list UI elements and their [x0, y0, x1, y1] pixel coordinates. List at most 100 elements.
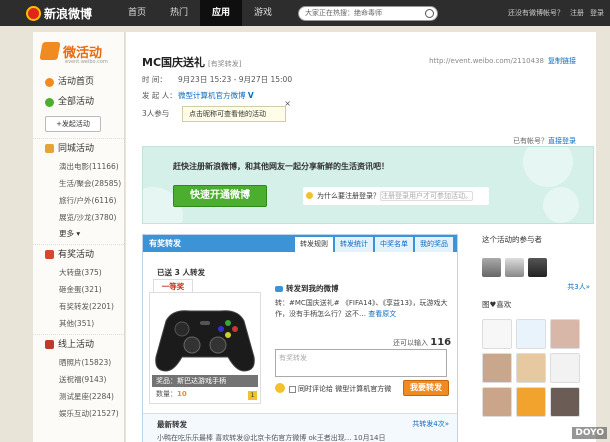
avatar[interactable] [482, 387, 512, 417]
copy-link-button[interactable]: 复制链接 [548, 57, 576, 65]
participants-count: 3人参与 [142, 109, 170, 118]
prize-caption: 奖品：斯巴达游戏手柄 [152, 375, 258, 387]
event-time: 时 间： 9月23日 15:23 - 9月27日 15:00 [142, 74, 292, 85]
brand[interactable]: 微活动 event.weibo.com [33, 32, 124, 72]
emoji-icon[interactable] [275, 383, 285, 393]
post-event-button[interactable]: +发起活动 [45, 116, 101, 132]
time-label: 时 间： [142, 75, 167, 84]
sidebar-item-prize[interactable]: 大转盘(375) [33, 264, 124, 281]
nickname-tooltip: 点击昵称可查看他的活动 × [182, 99, 291, 122]
event-url: http://event.weibo.com/2110438 复制链接 [429, 56, 576, 66]
event-main: MC国庆送礼 [有奖转发] http://event.weibo.com/2110… [126, 32, 596, 442]
sidebar-item-city[interactable]: 旅行/户外(6116) [33, 192, 124, 209]
brand-subtitle: event.weibo.com [65, 59, 108, 65]
sidebar-item-online[interactable]: 娱乐互动(21527) [33, 405, 124, 422]
host-link[interactable]: 微型计算机官方微博 [178, 91, 246, 100]
tab-rules[interactable]: 转发规则 [295, 237, 333, 252]
sidebar-item-city[interactable]: 演出电影(11166) [33, 158, 124, 175]
more-label: 更多 [59, 229, 74, 238]
avatar[interactable] [550, 353, 580, 383]
prize-box: 奖品：斯巴达游戏手柄 数量：10 1 [149, 292, 261, 404]
nav-games[interactable]: 游戏 [242, 0, 284, 26]
search-icon[interactable] [425, 9, 434, 18]
sidebar-section-online[interactable]: 线上活动 [33, 334, 124, 354]
top-navbar: 新浪微博 首页 热门 应用 游戏 大家正在热搜：绝命毒师 还没有微博帐号？ 注册… [0, 0, 610, 26]
comment-checkbox-row[interactable]: 同时评论给 微型计算机官方微 [289, 384, 391, 394]
avatar[interactable] [550, 387, 580, 417]
more-link[interactable]: 更多 ▾ [33, 226, 124, 242]
section-title: 有奖活动 [58, 249, 95, 260]
megaphone-icon [39, 42, 61, 60]
avatar[interactable] [550, 319, 580, 349]
sidebar: 微活动 event.weibo.com 活动首页 全部活动 +发起活动 同城活动… [33, 32, 125, 442]
forward-textarea[interactable]: 有奖转发 [275, 349, 447, 377]
sidebar-item-prize[interactable]: 砸金蛋(321) [33, 281, 124, 298]
view-original-link[interactable]: 查看原文 [368, 310, 396, 318]
avatar[interactable] [482, 353, 512, 383]
weibo-logo[interactable]: 新浪微博 [26, 5, 92, 22]
likes-title: 图♥喜欢 [482, 300, 512, 309]
logo-text: 新浪微博 [44, 7, 93, 21]
right-column: 这个活动的参与者 共3人» 图♥喜欢 [482, 234, 590, 417]
search-placeholder: 大家正在热搜：绝命毒师 [305, 9, 382, 17]
avatar[interactable] [482, 258, 501, 277]
avatar[interactable] [516, 387, 546, 417]
forward-text-body: 转：#MC国庆送礼# 《FIFA14》、《享益13》，玩游戏大作，没有手柄怎么行… [275, 299, 448, 318]
login-hint: 已有帐号？直接登录 [513, 136, 576, 146]
sidebar-item-all[interactable]: 全部活动 [33, 92, 124, 112]
why-register-grey: 注册登录用户才可参加活动。 [380, 191, 473, 201]
event-url-text[interactable]: http://event.weibo.com/2110438 [429, 57, 544, 65]
forward-button[interactable]: 我要转发 [403, 380, 449, 396]
register-message: 赶快注册新浪微博，和其他网友一起分享新鲜的生活资讯吧！ [173, 162, 389, 171]
sidebar-item-online[interactable]: 晒照片(15823) [33, 354, 124, 371]
globe-icon [45, 97, 54, 107]
register-link[interactable]: 注册 [570, 8, 584, 18]
sidebar-section-city[interactable]: 同城活动 [33, 138, 124, 158]
nav-home[interactable]: 首页 [116, 0, 158, 26]
sidebar-section-prize[interactable]: 有奖活动 [33, 244, 124, 264]
top-links: 还没有微博帐号？ 注册 登录 [508, 8, 604, 18]
sidebar-item-online[interactable]: 送祝福(9143) [33, 371, 124, 388]
sidebar-item-home[interactable]: 活动首页 [33, 72, 124, 92]
comment-checkbox[interactable] [289, 385, 296, 393]
event-title-text: MC国庆送礼 [142, 56, 206, 69]
login-link[interactable]: 登录 [590, 8, 604, 18]
sidebar-item-online[interactable]: 测试星座(2284) [33, 388, 124, 405]
tab-my-prizes[interactable]: 我的奖品 [415, 237, 453, 252]
tab-stats[interactable]: 转发统计 [335, 237, 373, 252]
no-account-link[interactable]: 还没有微博帐号？ [508, 8, 564, 18]
sidebar-item-city[interactable]: 生活/聚会(28585) [33, 175, 124, 192]
close-icon[interactable]: × [284, 97, 291, 111]
forward-title-text: 转发到我的微博 [286, 284, 339, 293]
avatar[interactable] [505, 258, 524, 277]
first-prize-tab[interactable]: 一等奖 [153, 279, 193, 292]
tab-winners[interactable]: 中奖名单 [375, 237, 413, 252]
quick-register-button[interactable]: 快速开通微博 [173, 185, 267, 207]
time-value: 9月23日 15:23 - 9月27日 15:00 [178, 75, 293, 84]
event-title: MC国庆送礼 [有奖转发] [142, 54, 242, 70]
nav-apps[interactable]: 应用 [200, 0, 242, 26]
avatar[interactable] [528, 258, 547, 277]
forward-text: 转：#MC国庆送礼# 《FIFA14》、《享益13》，玩游戏大作，没有手柄怎么行… [275, 298, 453, 320]
event-type-tag: [有奖转发] [208, 60, 242, 68]
newest-more-link[interactable]: 共转发4次» [412, 419, 449, 429]
sidebar-item-prize[interactable]: 有奖转发(2201) [33, 298, 124, 315]
sidebar-item-prize[interactable]: 其他(351) [33, 315, 124, 332]
lightbulb-icon [306, 192, 313, 199]
avatar[interactable] [482, 319, 512, 349]
nav-hot[interactable]: 热门 [158, 0, 200, 26]
direct-login-link[interactable]: 直接登录 [548, 137, 576, 145]
sidebar-item-label: 活动首页 [58, 77, 95, 87]
participants-more-link[interactable]: 共3人» [567, 283, 590, 291]
likes-grid [482, 319, 590, 417]
checkbox-label: 同时评论给 [298, 385, 333, 393]
avatar[interactable] [516, 319, 546, 349]
forward-row: 小鸭在吃乐乐最棒 喜欢转发@北京卡佑官方微博 ok王者出现... 10月14日 [157, 434, 386, 442]
qty-label: 数量： [156, 390, 177, 398]
newest-title: 最新转发 [157, 420, 187, 429]
sidebar-item-city[interactable]: 展览/沙龙(3780) [33, 209, 124, 226]
search-input[interactable]: 大家正在热搜：绝命毒师 [298, 6, 438, 21]
speech-bubble-icon [275, 285, 283, 292]
avatar[interactable] [516, 353, 546, 383]
participants-more: 共3人» [482, 282, 590, 292]
